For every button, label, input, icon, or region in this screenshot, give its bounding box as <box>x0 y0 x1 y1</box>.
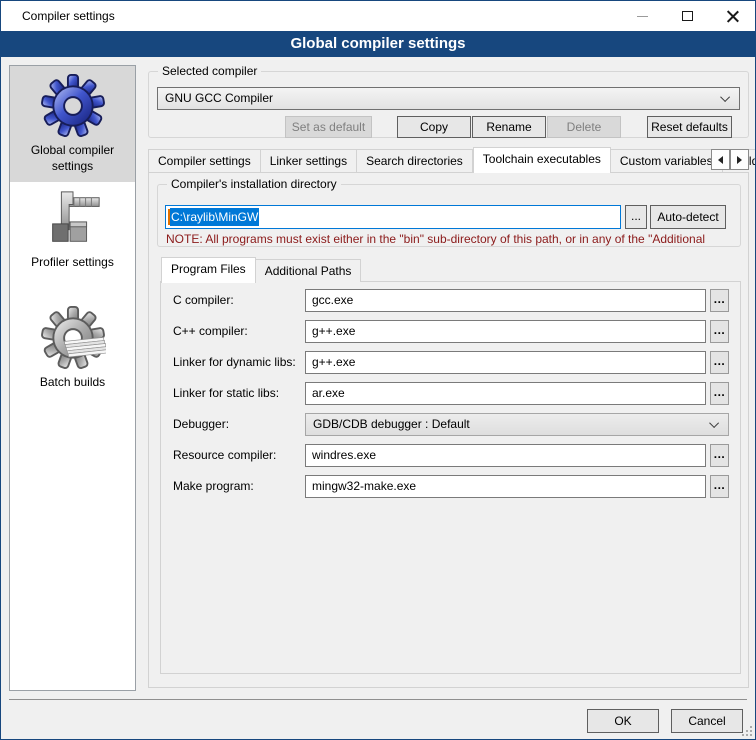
rename-button[interactable]: Rename <box>472 116 546 138</box>
compiler-select[interactable]: GNU GCC Compiler <box>157 87 740 110</box>
footer-divider <box>9 699 747 700</box>
group-legend: Selected compiler <box>158 64 261 78</box>
maximize-button[interactable] <box>665 1 710 31</box>
sidebar-item-label: Profiler settings <box>21 255 125 271</box>
minimize-button[interactable] <box>620 1 665 31</box>
window-title: Compiler settings <box>22 1 115 31</box>
compiler-select-value: GNU GCC Compiler <box>165 91 273 105</box>
settings-tab-strip: Compiler settings Linker settings Search… <box>148 146 756 172</box>
debugger-select[interactable]: GDB/CDB debugger : Default <box>305 413 729 436</box>
cancel-button[interactable]: Cancel <box>671 709 743 733</box>
copy-button[interactable]: Copy <box>397 116 471 138</box>
sidebar-item-batch-builds[interactable]: Batch builds <box>10 298 135 414</box>
tab-toolchain-executables[interactable]: Toolchain executables <box>473 147 611 173</box>
bin-subdirectory-note: NOTE: All programs must exist either in … <box>166 232 738 246</box>
tab-program-files[interactable]: Program Files <box>161 257 256 283</box>
blue-gear-icon <box>40 73 106 139</box>
cpp-compiler-input[interactable]: g++.exe <box>305 320 706 343</box>
selected-compiler-group: Selected compiler GNU GCC Compiler Set a… <box>148 71 749 138</box>
debugger-select-value: GDB/CDB debugger : Default <box>313 417 470 431</box>
resize-grip[interactable] <box>741 725 753 737</box>
sidebar-item-label: Global compiler settings <box>21 143 125 174</box>
dynamic-linker-input[interactable]: g++.exe <box>305 351 706 374</box>
caption-buttons <box>620 1 755 31</box>
minimize-icon <box>637 16 648 17</box>
debugger-label: Debugger: <box>173 413 229 436</box>
c-compiler-browse-button[interactable]: ... <box>710 289 729 312</box>
cpp-compiler-label: C++ compiler: <box>173 320 248 343</box>
static-linker-input[interactable]: ar.exe <box>305 382 706 405</box>
dynamic-linker-label: Linker for dynamic libs: <box>173 351 296 374</box>
auto-detect-button[interactable]: Auto-detect <box>650 205 726 229</box>
installation-directory-value: C:\raylib\MinGW <box>170 208 259 226</box>
arrow-right-icon <box>737 156 742 164</box>
tab-compiler-settings[interactable]: Compiler settings <box>148 149 261 172</box>
chevron-down-icon <box>720 92 730 102</box>
gray-gear-stack-icon <box>40 305 106 371</box>
resource-compiler-label: Resource compiler: <box>173 444 276 467</box>
tab-search-directories[interactable]: Search directories <box>357 149 473 172</box>
delete-button[interactable]: Delete <box>547 116 621 138</box>
c-compiler-label: C compiler: <box>173 289 234 312</box>
browse-directory-button[interactable]: ... <box>625 205 647 229</box>
tab-scroll-left-button[interactable] <box>711 149 730 170</box>
settings-category-list: Global compiler settings Profiler settin… <box>9 65 136 691</box>
static-linker-browse-button[interactable]: ... <box>710 382 729 405</box>
tab-linker-settings[interactable]: Linker settings <box>261 149 357 172</box>
cpp-compiler-browse-button[interactable]: ... <box>710 320 729 343</box>
resource-compiler-browse-button[interactable]: ... <box>710 444 729 467</box>
resource-compiler-input[interactable]: windres.exe <box>305 444 706 467</box>
group-legend: Compiler's installation directory <box>167 177 341 191</box>
installation-directory-input[interactable]: C:\raylib\MinGW <box>165 205 621 229</box>
c-compiler-input[interactable]: gcc.exe <box>305 289 706 312</box>
sidebar-item-label: Batch builds <box>21 375 125 391</box>
tab-additional-paths[interactable]: Additional Paths <box>256 259 362 282</box>
sidebar-item-global-compiler-settings[interactable]: Global compiler settings <box>10 66 135 182</box>
arrow-left-icon <box>718 156 723 164</box>
tab-scroll-right-button[interactable] <box>730 149 749 170</box>
make-program-input[interactable]: mingw32-make.exe <box>305 475 706 498</box>
static-linker-label: Linker for static libs: <box>173 382 279 405</box>
close-icon <box>727 10 739 22</box>
make-program-browse-button[interactable]: ... <box>710 475 729 498</box>
page-title: Global compiler settings <box>1 31 755 57</box>
program-files-tab-strip: Program Files Additional Paths <box>161 257 361 282</box>
dynamic-linker-browse-button[interactable]: ... <box>710 351 729 374</box>
titlebar: Compiler settings <box>1 1 755 31</box>
make-program-label: Make program: <box>173 475 254 498</box>
tab-custom-variables[interactable]: Custom variables <box>611 149 723 172</box>
set-as-default-button[interactable]: Set as default <box>285 116 372 138</box>
caliper-icon <box>42 189 104 251</box>
chevron-down-icon <box>709 418 719 428</box>
close-button[interactable] <box>710 1 755 31</box>
reset-defaults-button[interactable]: Reset defaults <box>647 116 732 138</box>
sidebar-item-profiler-settings[interactable]: Profiler settings <box>10 182 135 298</box>
installation-directory-group: Compiler's installation directory C:\ray… <box>157 184 741 247</box>
compiler-settings-dialog: Compiler settings Global compiler settin… <box>0 0 756 740</box>
ok-button[interactable]: OK <box>587 709 659 733</box>
maximize-icon <box>682 11 693 21</box>
